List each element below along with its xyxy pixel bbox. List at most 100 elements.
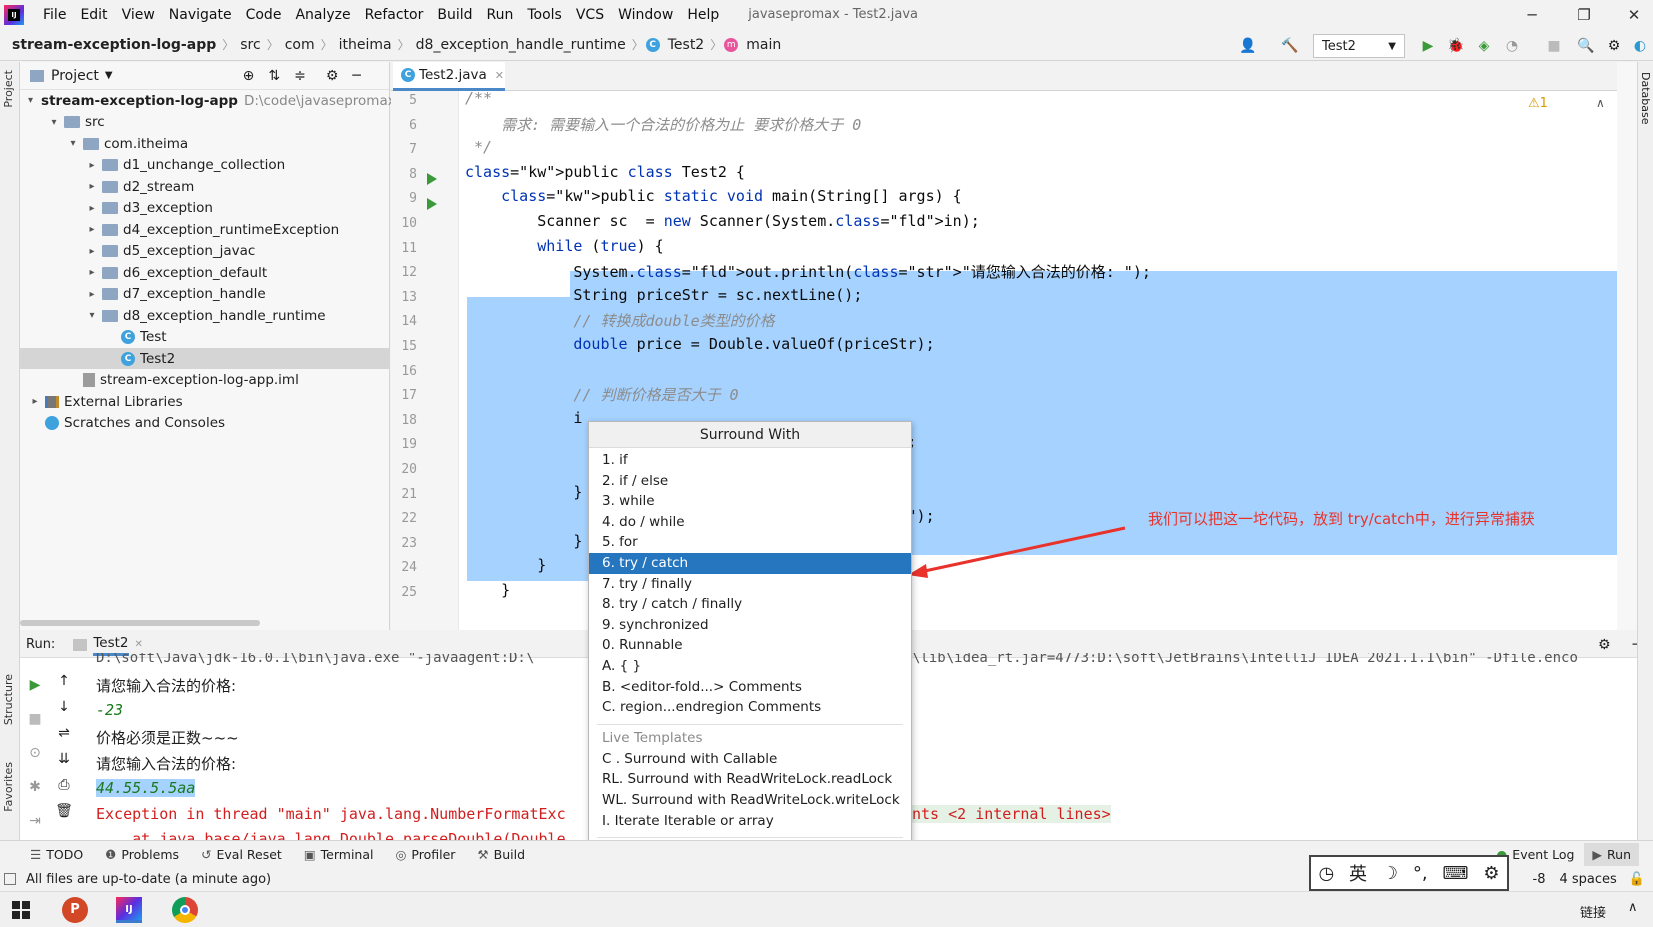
- ime-language[interactable]: 英: [1349, 860, 1367, 886]
- tree-item[interactable]: stream-exception-log-app.iml: [20, 370, 390, 391]
- taskbar-link-label[interactable]: 链接: [1580, 902, 1606, 921]
- menu-edit[interactable]: Edit: [73, 7, 114, 23]
- punctuation-icon[interactable]: °,: [1413, 863, 1428, 884]
- expand-all-icon[interactable]: ⇅: [268, 68, 280, 84]
- surround-option[interactable]: 6. try / catch: [589, 553, 911, 574]
- chevron-right-icon[interactable]: ▸: [85, 203, 99, 214]
- debug-icon[interactable]: 🐞: [1446, 36, 1466, 56]
- scroll-down-icon[interactable]: ↓: [54, 694, 74, 720]
- surround-option[interactable]: 9. synchronized: [589, 615, 911, 636]
- breadcrumb-project[interactable]: stream-exception-log-app: [8, 37, 220, 53]
- surround-option[interactable]: 3. while: [589, 491, 911, 512]
- internal-lines-fold[interactable]: nts <2 internal lines>: [912, 805, 1111, 823]
- problems-tool-button[interactable]: ❶ Problems: [105, 847, 179, 862]
- hide-icon[interactable]: ─: [352, 68, 360, 84]
- menu-run[interactable]: Run: [480, 7, 521, 23]
- stop-icon[interactable]: ■: [1544, 36, 1564, 56]
- run-icon[interactable]: ▶: [1418, 36, 1438, 56]
- scroll-up-icon[interactable]: ↑: [54, 668, 74, 694]
- menu-help[interactable]: Help: [680, 7, 726, 23]
- run-main-icon[interactable]: [427, 198, 437, 210]
- database-tool-button[interactable]: Database: [1639, 72, 1652, 125]
- terminal-tool-button[interactable]: ▣ Terminal: [304, 847, 374, 862]
- tree-item[interactable]: ▸ d7_exception_handle: [20, 284, 390, 305]
- chevron-down-icon[interactable]: ▾: [47, 117, 61, 128]
- close-tab-icon[interactable]: ✕: [495, 69, 504, 82]
- tree-item[interactable]: ▸ d1_unchange_collection: [20, 155, 390, 176]
- status-toggle-icon[interactable]: [4, 873, 16, 885]
- chevron-down-icon[interactable]: ▼: [105, 70, 113, 81]
- user-icon[interactable]: 👤: [1238, 36, 1258, 56]
- powerpoint-icon[interactable]: P: [62, 897, 88, 923]
- chevron-right-icon[interactable]: ▸: [85, 224, 99, 235]
- print-icon[interactable]: ⎙: [54, 772, 74, 798]
- menu-tools[interactable]: Tools: [520, 7, 569, 23]
- build-hammer-icon[interactable]: 🔨: [1280, 36, 1300, 56]
- breadcrumb-method[interactable]: main: [742, 37, 785, 53]
- tray-chevron-up-icon[interactable]: ∧: [1628, 900, 1638, 915]
- chevron-right-icon[interactable]: ▸: [85, 246, 99, 257]
- tree-item[interactable]: ▸ d4_exception_runtimeException: [20, 219, 390, 240]
- tab-test2-java[interactable]: C Test2.java ✕: [393, 62, 505, 91]
- wrench-icon[interactable]: ✱: [25, 770, 45, 804]
- close-button[interactable]: ✕: [1610, 0, 1653, 29]
- tree-item[interactable]: ▸ d5_exception_javac: [20, 241, 390, 262]
- favorites-tool-button[interactable]: Favorites: [2, 762, 15, 812]
- ime-logo-icon[interactable]: ◷: [1318, 863, 1334, 884]
- gear-icon[interactable]: ⚙: [326, 68, 339, 84]
- menu-navigate[interactable]: Navigate: [162, 7, 239, 23]
- chevron-right-icon[interactable]: ▸: [28, 396, 42, 407]
- chevron-down-icon[interactable]: ▾: [66, 138, 80, 149]
- prev-highlight-icon[interactable]: ∧: [1596, 96, 1605, 110]
- run-tool-button[interactable]: ▶ Run: [1584, 842, 1639, 866]
- breadcrumb-src[interactable]: src: [236, 37, 264, 53]
- horizontal-scrollbar[interactable]: [20, 620, 260, 626]
- menu-file[interactable]: File: [36, 7, 73, 23]
- surround-option[interactable]: 7. try / finally: [589, 574, 911, 595]
- live-template-option[interactable]: RL. Surround with ReadWriteLock.readLock: [589, 769, 911, 790]
- chevron-down-icon[interactable]: ▾: [85, 310, 99, 321]
- surround-option[interactable]: 4. do / while: [589, 512, 911, 533]
- profile-icon[interactable]: ◔: [1502, 36, 1522, 56]
- surround-option[interactable]: 5. for: [589, 532, 911, 553]
- ime-settings-icon[interactable]: ⚙: [1483, 863, 1499, 884]
- breadcrumb-package[interactable]: d8_exception_handle_runtime: [412, 37, 630, 53]
- build-tool-button[interactable]: ⚒ Build: [477, 847, 525, 862]
- menu-refactor[interactable]: Refactor: [358, 7, 431, 23]
- menu-build[interactable]: Build: [430, 7, 479, 23]
- exit-icon[interactable]: ⇥: [25, 804, 45, 838]
- windows-start-icon[interactable]: [12, 901, 30, 919]
- live-template-option[interactable]: WL. Surround with ReadWriteLock.writeLoc…: [589, 790, 911, 811]
- profiler-tool-button[interactable]: ◎ Profiler: [395, 847, 455, 862]
- menu-code[interactable]: Code: [239, 7, 289, 23]
- tree-item[interactable]: ▾ stream-exception-log-app D:\code\javasep…: [20, 90, 396, 111]
- indent-indicator[interactable]: 4 spaces: [1559, 872, 1616, 887]
- breadcrumb-class[interactable]: Test2: [664, 37, 708, 53]
- moon-icon[interactable]: ☽: [1382, 863, 1398, 884]
- eval-reset-tool-button[interactable]: ↺ Eval Reset: [201, 847, 282, 862]
- keyboard-icon[interactable]: ⌨: [1443, 863, 1469, 884]
- tree-item[interactable]: C Test: [20, 327, 390, 348]
- menu-window[interactable]: Window: [611, 7, 680, 23]
- settings-gear-icon[interactable]: ⚙: [1598, 637, 1611, 653]
- menu-vcs[interactable]: VCS: [569, 7, 611, 23]
- tree-item[interactable]: ▾ com.itheima: [20, 133, 390, 154]
- todo-tool-button[interactable]: ☰ TODO: [30, 847, 83, 862]
- tree-item[interactable]: ▸ d3_exception: [20, 198, 390, 219]
- plugin-icon[interactable]: ◐: [1630, 36, 1650, 56]
- camera-icon[interactable]: ⊙: [25, 736, 45, 770]
- chevron-right-icon[interactable]: ▸: [85, 181, 99, 192]
- run-config-select[interactable]: Test2 ▼: [1313, 34, 1405, 58]
- project-tool-button[interactable]: Project: [2, 70, 15, 108]
- collapse-all-icon[interactable]: ≑: [294, 68, 306, 84]
- tree-item[interactable]: ▸ d2_stream: [20, 176, 390, 197]
- stop-icon[interactable]: ■: [25, 702, 45, 736]
- tree-item[interactable]: ▾ d8_exception_handle_runtime: [20, 305, 390, 326]
- breadcrumb-itheima[interactable]: itheima: [335, 37, 396, 53]
- tree-item[interactable]: C Test2: [20, 348, 390, 369]
- chevron-down-icon[interactable]: ▾: [28, 95, 33, 106]
- tree-item[interactable]: ▾ src: [20, 112, 390, 133]
- surround-option[interactable]: B. <editor-fold...> Comments: [589, 677, 911, 698]
- encoding-indicator[interactable]: -8: [1533, 872, 1546, 887]
- menu-analyze[interactable]: Analyze: [288, 7, 357, 23]
